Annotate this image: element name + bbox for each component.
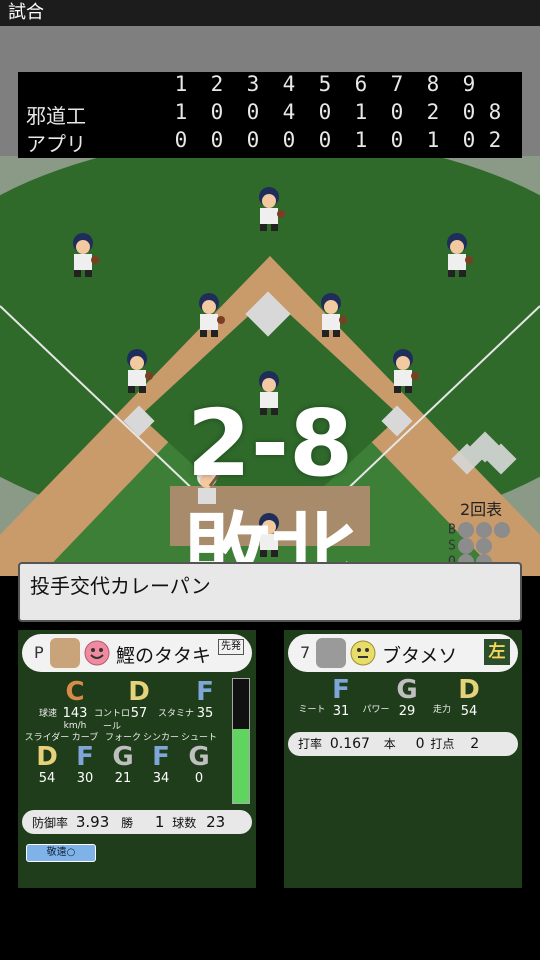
- inning-score: 1: [174, 100, 188, 124]
- rbi-value: 2: [470, 736, 480, 752]
- inning-number: 4: [282, 72, 296, 96]
- avg-value: 0.167: [329, 736, 370, 752]
- inning-number: 3: [246, 72, 260, 96]
- stat-label: ミート: [298, 705, 326, 715]
- fielder-second: [321, 293, 347, 337]
- stat-grade: D: [128, 677, 150, 707]
- message-box: 投手交代カレーパン: [18, 562, 522, 622]
- wins-label: 勝: [121, 816, 134, 830]
- control-label: コントロール: [92, 706, 132, 732]
- fielder-left: [73, 233, 99, 277]
- final-score: 2-8: [186, 390, 354, 497]
- pitcher-name: 鰹のタタキ: [116, 645, 212, 667]
- rbi-label: 打点: [430, 737, 455, 751]
- pitch-shoot: シュート G 0: [176, 730, 222, 786]
- mood-neutral-icon: [350, 640, 376, 666]
- inning-score: 0: [390, 100, 404, 124]
- pitcher-record-bar: 防御率 3.93 勝 1 球数 23: [22, 810, 252, 834]
- hr-label: 本: [383, 737, 396, 751]
- fielder-third: [127, 349, 153, 393]
- window-title: 試合: [0, 0, 540, 26]
- inning-score: 4: [282, 100, 296, 124]
- inning-number: 2: [210, 72, 224, 96]
- pitch-grade: G: [188, 742, 210, 772]
- inning-score: 1: [354, 128, 368, 152]
- fielder-right: [447, 233, 473, 277]
- inning-number: 6: [354, 72, 368, 96]
- inning-score: 1: [426, 128, 440, 152]
- pitch-count-label: 球数: [172, 816, 197, 830]
- stamina-gauge: [232, 678, 250, 804]
- position-label: P: [34, 643, 44, 662]
- inning-number: 8: [426, 72, 440, 96]
- pitcher-panel: P 鰹のタタキ 先発 C 143 km/h 球速 D 57 コントロール F 3…: [18, 630, 256, 888]
- scoreboard-row-away: 邪道工 1 0 0 4 0 1 0 2 0 8: [18, 100, 522, 128]
- inning-score: 0: [246, 128, 260, 152]
- team-name: アプリ: [26, 132, 86, 156]
- pitch-count-value: 23: [206, 813, 226, 831]
- game-view: 1 2 3 4 5 6 7 8 9 邪道工 1 0 0 4 0 1 0 2 0 …: [0, 26, 540, 576]
- stat-label: 球速: [38, 709, 57, 719]
- inning-number: 9: [462, 72, 476, 96]
- inning-number: 5: [318, 72, 332, 96]
- stat-grade: D: [458, 675, 480, 705]
- starter-tag: 先発: [218, 639, 244, 655]
- team-total: 2: [488, 128, 502, 152]
- stat-label: 走力: [432, 705, 451, 715]
- scoreboard-header: 1 2 3 4 5 6 7 8 9: [18, 72, 522, 98]
- inning-score: 0: [318, 100, 332, 124]
- power-label: パワー: [358, 702, 394, 715]
- inning-score: 0: [174, 128, 188, 152]
- fielder-center: [259, 187, 285, 231]
- inning-score: 0: [282, 128, 296, 152]
- hr-value: 0: [415, 736, 425, 752]
- batter-name: ブタメソ: [382, 645, 458, 667]
- batter-namebar[interactable]: 7 ブタメソ 左: [288, 634, 518, 672]
- stat-label: スタミナ: [157, 709, 194, 719]
- stamina-gauge-fill: [233, 728, 249, 803]
- intentional-walk-button[interactable]: 敬遠○: [26, 844, 96, 862]
- team-name: 邪道工: [26, 104, 86, 128]
- stat-grade: C: [65, 677, 85, 707]
- fielder-short: [199, 293, 225, 337]
- inning-score: 0: [390, 128, 404, 152]
- inning-score: 2: [426, 100, 440, 124]
- mood-happy-icon: [84, 640, 110, 666]
- batter-panel: 7 ブタメソ 左 F 31 ミート G 29 パワー D 54 走力 打率 0.…: [284, 630, 522, 888]
- inning-number: 7: [390, 72, 404, 96]
- scoreboard: 1 2 3 4 5 6 7 8 9 邪道工 1 0 0 4 0 1 0 2 0 …: [18, 72, 522, 158]
- scoreboard-row-home: アプリ 0 0 0 0 0 1 0 1 0 2: [18, 128, 522, 156]
- batter-record-bar: 打率 0.167 本 0 打点 2: [288, 732, 518, 756]
- pitcher-portrait: [50, 638, 80, 668]
- velocity-label: 球速: [30, 706, 66, 719]
- stat-grade: F: [332, 675, 350, 705]
- inning-score: 1: [354, 100, 368, 124]
- pitch-value: 0: [194, 771, 204, 786]
- wins-value: 1: [154, 813, 165, 831]
- stat-label: コントロール: [93, 709, 130, 732]
- stat-grade: G: [396, 675, 418, 705]
- stat-label: パワー: [362, 705, 390, 715]
- avg-label: 打率: [298, 737, 323, 751]
- speed-label: 走力: [424, 702, 460, 715]
- inning-score: 0: [210, 100, 224, 124]
- meet-label: ミート: [294, 702, 330, 715]
- batting-hand-badge: 左: [484, 639, 510, 665]
- era-value: 3.93: [75, 813, 110, 831]
- pitcher-namebar[interactable]: P 鰹のタタキ 先発: [22, 634, 252, 672]
- inning-score: 0: [210, 128, 224, 152]
- inning-score: 0: [246, 100, 260, 124]
- inning-number: 1: [174, 72, 188, 96]
- team-total: 8: [488, 100, 502, 124]
- batter-portrait: [316, 638, 346, 668]
- batter-number: 7: [300, 643, 311, 662]
- era-label: 防御率: [32, 816, 69, 830]
- fielder-first: [393, 349, 419, 393]
- stamina-label: スタミナ: [156, 706, 196, 719]
- inning-score: 0: [318, 128, 332, 152]
- stat-grade: F: [196, 677, 214, 707]
